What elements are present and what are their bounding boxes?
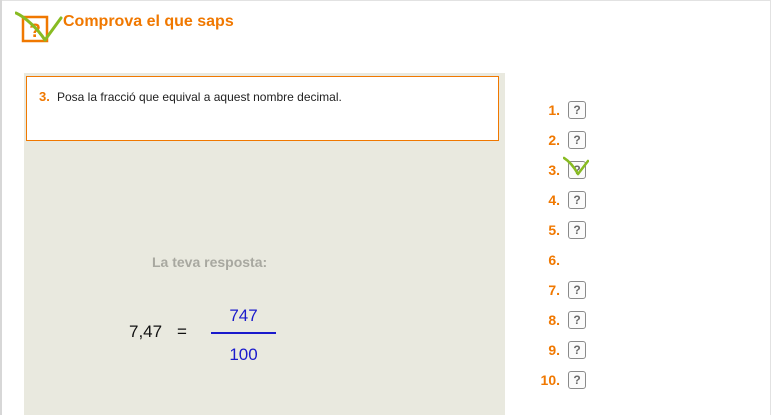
question-check-logo-icon: ? [14,10,63,48]
nav-item-9[interactable]: 9. [520,339,560,361]
question-box: 3. Posa la fracció que equival a aquest … [26,76,499,141]
numerator-input[interactable]: 747 [211,306,276,326]
nav-item-6[interactable]: 6. [520,249,560,271]
question-mark-icon[interactable]: ? [568,371,586,389]
denominator-input[interactable]: 100 [211,345,276,365]
correct-check-icon [562,156,590,178]
question-mark-icon[interactable]: ? [568,281,586,299]
nav-item-number[interactable]: 5. [548,222,560,238]
nav-item-number[interactable]: 10. [541,372,560,388]
nav-item-7[interactable]: 7. [520,279,560,301]
nav-item-number[interactable]: 3. [548,162,560,178]
fraction-bar [211,332,276,334]
nav-item-4[interactable]: 4. [520,189,560,211]
nav-item-number[interactable]: 9. [548,342,560,358]
nav-item-number[interactable]: 8. [548,312,560,328]
question-mark-icon[interactable]: ? [568,191,586,209]
nav-item-2[interactable]: 2. [520,129,560,151]
decimal-number: 7,47 [129,322,163,341]
equals-sign: = [177,322,187,341]
nav-item-8[interactable]: 8. [520,309,560,331]
answer-label: La teva resposta: [152,254,268,270]
question-text: Posa la fracció que equival a aquest nom… [57,90,342,104]
window-left-border [0,0,2,415]
nav-item-number[interactable]: 2. [548,132,560,148]
window-top-border [0,0,771,1]
nav-item-10[interactable]: 10. [520,369,560,391]
question-number: 3. [39,89,50,104]
nav-item-3[interactable]: 3. [520,159,560,181]
question-mark-icon[interactable]: ? [568,311,586,329]
page-title: Comprova el que saps [63,13,234,30]
nav-item-1[interactable]: 1. [520,99,560,121]
question-mark-icon[interactable]: ? [568,101,586,119]
nav-item-number[interactable]: 7. [548,282,560,298]
nav-item-number[interactable]: 6. [548,252,560,268]
question-mark-icon[interactable]: ? [568,131,586,149]
nav-item-5[interactable]: 5. [520,219,560,241]
question-mark-icon[interactable]: ? [568,341,586,359]
nav-item-number[interactable]: 1. [548,102,560,118]
nav-item-number[interactable]: 4. [548,192,560,208]
question-mark-icon[interactable]: ? [568,221,586,239]
